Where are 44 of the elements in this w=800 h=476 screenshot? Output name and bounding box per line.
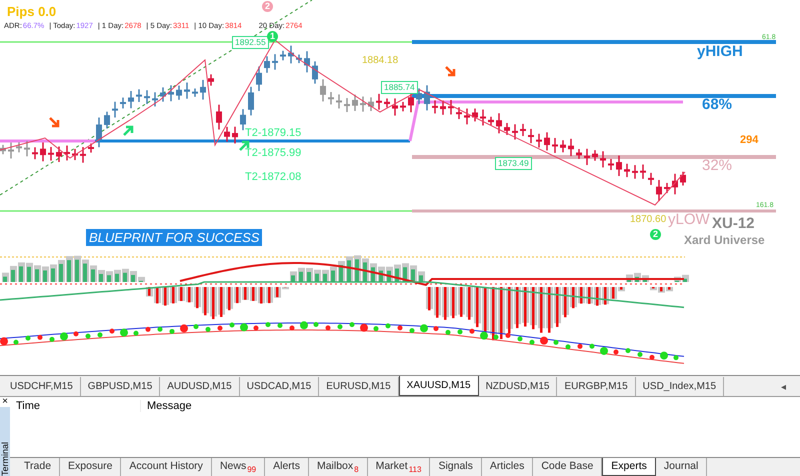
price-label: 1873.49 xyxy=(495,157,532,170)
terminal-tab[interactable]: Exposure xyxy=(60,458,122,476)
terminal-tab[interactable]: Signals xyxy=(430,458,482,476)
terminal-tab[interactable]: Journal xyxy=(656,458,708,476)
terminal-tab[interactable]: Alerts xyxy=(265,458,309,476)
wave-marker: 2 xyxy=(262,1,273,12)
terminal-tab[interactable]: Market$_{113}$ xyxy=(368,458,430,476)
terminal-tab[interactable]: News$_{99}$ xyxy=(212,458,266,476)
column-header[interactable]: Message xyxy=(141,400,192,412)
target-label: T2-1875.99 xyxy=(245,147,302,159)
chart-tab[interactable]: EURGBP,M15 xyxy=(557,377,636,396)
chart-tab[interactable]: NZDUSD,M15 xyxy=(478,377,558,396)
wave-marker: 1 xyxy=(267,31,278,42)
level-label: 32% xyxy=(702,157,732,174)
brand-subtitle: Xard Universe xyxy=(684,233,765,247)
level-label: 294 xyxy=(740,134,758,146)
panel-label: Terminal xyxy=(0,442,10,476)
terminal-tab[interactable]: Experts xyxy=(602,458,656,476)
target-label: T2-1879.15 xyxy=(245,127,302,139)
chart-tab[interactable]: USD_Index,M15 xyxy=(636,377,724,396)
wave-marker: 2 xyxy=(650,229,661,240)
column-header[interactable]: Time xyxy=(10,400,141,412)
target-label: T2-1872.08 xyxy=(245,171,302,183)
price-label: 1870.60 xyxy=(630,214,666,225)
chart-tab[interactable]: USDCAD,M15 xyxy=(240,377,320,396)
pips-label: Pips 0.0 xyxy=(7,4,56,19)
scroll-left-button[interactable]: ◂ xyxy=(767,381,800,396)
chart-tab[interactable]: USDCHF,M15 xyxy=(3,377,81,396)
level-label: 68% xyxy=(702,96,732,113)
level-label: yHIGH xyxy=(697,43,743,60)
close-button[interactable]: × xyxy=(0,397,10,407)
terminal-tab[interactable]: Trade xyxy=(16,458,60,476)
terminal-tab[interactable]: Mailbox$_{8}$ xyxy=(308,458,368,476)
terminal-tab[interactable]: Account History xyxy=(121,458,212,476)
price-label: 1892.55 xyxy=(232,36,269,49)
banner-label: BLUEPRINT FOR SUCCESS xyxy=(86,229,262,246)
chart-tab[interactable]: GBPUSD,M15 xyxy=(80,377,160,396)
chart-tab[interactable]: AUDUSD,M15 xyxy=(160,377,240,396)
price-label: 1884.18 xyxy=(362,55,398,66)
chart-tab[interactable]: XAUUSD,M15 xyxy=(398,376,479,396)
level-label: yLOW xyxy=(668,211,710,228)
brand-title: XU-12 xyxy=(712,215,755,232)
price-label: 1885.74 xyxy=(381,81,418,94)
terminal-tab[interactable]: Articles xyxy=(482,458,534,476)
